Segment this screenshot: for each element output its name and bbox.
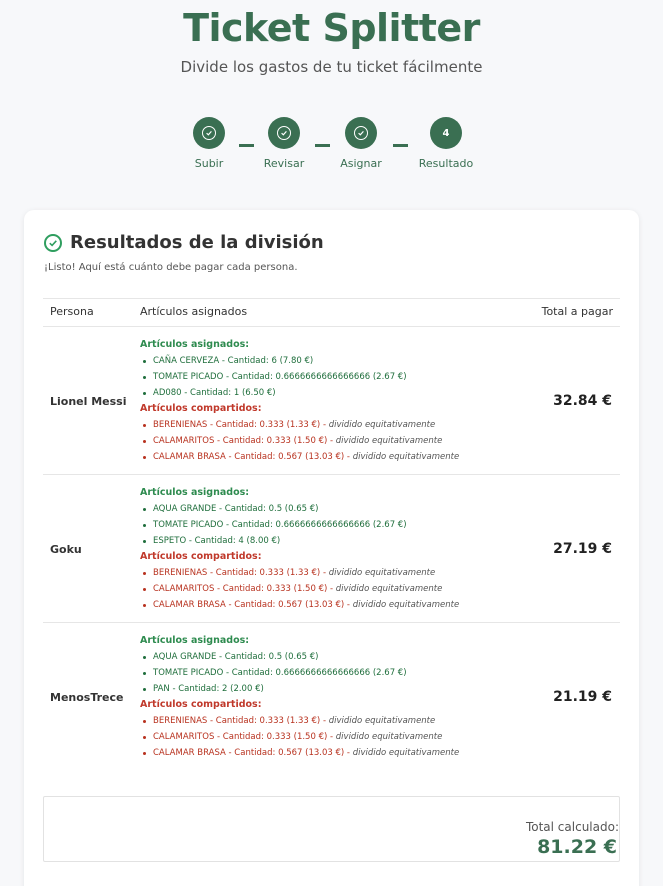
list-item: ESPETO - Cantidad: 4 (8.00 €) [140,533,520,549]
list-item: PAN - Cantidad: 2 (2.00 €) [140,681,520,697]
shared-item-text: CALAMARITOS - Cantidad: 0.333 (1.50 €) - [153,436,334,446]
list-item: TOMATE PICADO - Cantidad: 0.666666666666… [140,665,520,681]
check-icon [354,126,368,140]
assigned-items: CAÑA CERVEZA - Cantidad: 6 (7.80 €) TOMA… [140,353,520,401]
total-label: Total calculado: [525,820,619,834]
check-icon [202,126,216,140]
step-label: Resultado [418,157,474,170]
step-circle [193,117,225,149]
list-item: CAÑA CERVEZA - Cantidad: 6 (7.80 €) [140,353,520,369]
shared-note: dividido equitativamente [335,732,443,742]
step-circle [268,117,300,149]
person-name: Lionel Messi [50,395,127,408]
items-list: Artículos asignados: AQUA GRANDE - Canti… [140,633,520,761]
person-name: Goku [50,543,82,556]
check-icon [277,126,291,140]
table-row: MenosTrece Artículos asignados: AQUA GRA… [43,623,620,771]
person-total: 27.19 € [553,541,612,557]
step-resultado[interactable]: 4 Resultado [401,117,491,170]
step-circle [345,117,377,149]
shared-title: Artículos compartidos: [140,551,262,562]
list-item: CALAMAR BRASA - Cantidad: 0.567 (13.03 €… [140,449,520,465]
items-list: Artículos asignados: CAÑA CERVEZA - Cant… [140,337,520,465]
table-row: Goku Artículos asignados: AQUA GRANDE - … [43,475,620,623]
table-row: Lionel Messi Artículos asignados: CAÑA C… [43,327,620,475]
list-item: CALAMAR BRASA - Cantidad: 0.567 (13.03 €… [140,745,520,761]
list-item: BERENIENAS - Cantidad: 0.333 (1.33 €) - … [140,713,520,729]
check-circle-icon [44,233,62,252]
list-item: TOMATE PICADO - Cantidad: 0.666666666666… [140,517,520,533]
assigned-items: AQUA GRANDE - Cantidad: 0.5 (0.65 €) TOM… [140,501,520,549]
list-item: AD080 - Cantidad: 1 (6.50 €) [140,385,520,401]
shared-item-text: CALAMARITOS - Cantidad: 0.333 (1.50 €) - [153,732,334,742]
assigned-title: Artículos asignados: [140,635,250,646]
shared-title: Artículos compartidos: [140,699,262,710]
column-total: Total a pagar [541,305,613,318]
results-description: ¡Listo! Aquí está cuánto debe pagar cada… [44,262,298,273]
table-header: Persona Artículos asignados Total a paga… [43,298,620,327]
shared-item-text: BERENIENAS - Cantidad: 0.333 (1.33 €) - [153,716,327,726]
shared-item-text: CALAMAR BRASA - Cantidad: 0.567 (13.03 €… [153,600,350,610]
step-label: Asignar [340,157,382,170]
list-item: AQUA GRANDE - Cantidad: 0.5 (0.65 €) [140,649,520,665]
list-item: BERENIENAS - Cantidad: 0.333 (1.33 €) - … [140,417,520,433]
shared-item-text: CALAMARITOS - Cantidad: 0.333 (1.50 €) - [153,584,334,594]
total-value: 81.22 € [537,836,617,858]
assigned-items: AQUA GRANDE - Cantidad: 0.5 (0.65 €) TOM… [140,649,520,697]
shared-item-text: CALAMAR BRASA - Cantidad: 0.567 (13.03 €… [153,748,350,758]
list-item: CALAMARITOS - Cantidad: 0.333 (1.50 €) -… [140,729,520,745]
items-list: Artículos asignados: AQUA GRANDE - Canti… [140,485,520,613]
shared-items: BERENIENAS - Cantidad: 0.333 (1.33 €) - … [140,565,520,613]
assigned-title: Artículos asignados: [140,339,250,350]
assigned-title: Artículos asignados: [140,487,250,498]
list-item: BERENIENAS - Cantidad: 0.333 (1.33 €) - … [140,565,520,581]
app-title: Ticket Splitter [183,6,480,50]
shared-item-text: CALAMAR BRASA - Cantidad: 0.567 (13.03 €… [153,452,350,462]
results-header: Resultados de la división [44,232,324,253]
total-summary: Total calculado: 81.22 € [43,796,620,862]
person-name: MenosTrece [50,691,124,704]
stepper: Subir Revisar Asignar 4 Resultado [0,117,663,177]
shared-note: dividido equitativamente [352,748,460,758]
app-subtitle: Divide los gastos de tu ticket fácilment… [180,58,483,76]
results-title: Resultados de la división [70,232,324,253]
shared-item-text: BERENIENAS - Cantidad: 0.333 (1.33 €) - [153,420,327,430]
person-total: 32.84 € [553,393,612,409]
shared-note: dividido equitativamente [352,600,460,610]
shared-items: BERENIENAS - Cantidad: 0.333 (1.33 €) - … [140,417,520,465]
step-number: 4 [430,117,462,149]
list-item: AQUA GRANDE - Cantidad: 0.5 (0.65 €) [140,501,520,517]
shared-note: dividido equitativamente [352,452,460,462]
person-total: 21.19 € [553,689,612,705]
shared-note: dividido equitativamente [328,568,436,578]
shared-items: BERENIENAS - Cantidad: 0.333 (1.33 €) - … [140,713,520,761]
shared-note: dividido equitativamente [335,436,443,446]
list-item: CALAMAR BRASA - Cantidad: 0.567 (13.03 €… [140,597,520,613]
shared-note: dividido equitativamente [335,584,443,594]
list-item: CALAMARITOS - Cantidad: 0.333 (1.50 €) -… [140,433,520,449]
column-items: Artículos asignados [140,305,248,318]
shared-title: Artículos compartidos: [140,403,262,414]
shared-note: dividido equitativamente [328,716,436,726]
list-item: TOMATE PICADO - Cantidad: 0.666666666666… [140,369,520,385]
column-person: Persona [50,305,94,318]
shared-note: dividido equitativamente [328,420,436,430]
list-item: CALAMARITOS - Cantidad: 0.333 (1.50 €) -… [140,581,520,597]
shared-item-text: BERENIENAS - Cantidad: 0.333 (1.33 €) - [153,568,327,578]
